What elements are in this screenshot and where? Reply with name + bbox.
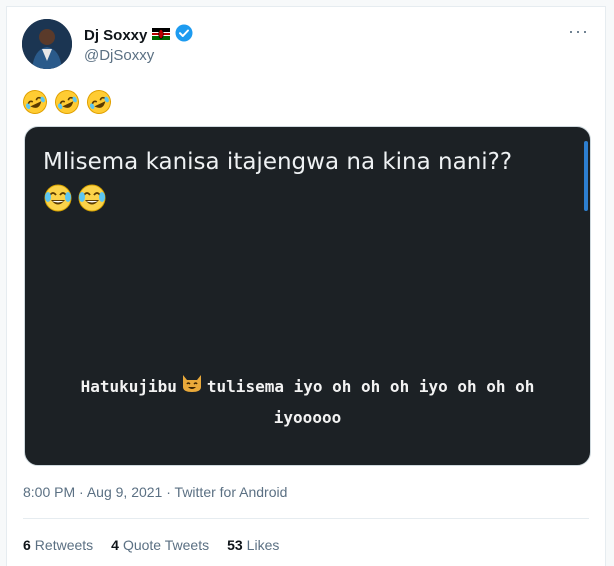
tweet-stats: 6 Retweets 4 Quote Tweets 53 Likes	[23, 537, 279, 553]
verified-badge-icon	[175, 24, 193, 47]
quote-tweets-stat[interactable]: 4 Quote Tweets	[111, 537, 209, 553]
retweets-stat[interactable]: 6 Retweets	[23, 537, 93, 553]
tweet-date[interactable]: Aug 9, 2021	[87, 484, 163, 500]
image-caption: Hatukujibu tulisema iyo oh oh oh iyo oh o…	[25, 372, 590, 433]
tears-of-joy-icon	[43, 183, 73, 218]
more-options-icon[interactable]: ···	[568, 21, 589, 42]
rolling-on-floor-laughing-icon	[22, 89, 48, 123]
caption-part1: Hatukujibu	[80, 377, 177, 396]
user-handle[interactable]: @DjSoxxy	[84, 47, 154, 64]
meta-separator: ·	[166, 484, 171, 500]
image-text-line1: Mlisema kanisa itajengwa na kina nani??	[43, 149, 513, 175]
cat-face-icon	[181, 373, 203, 403]
likes-stat[interactable]: 53 Likes	[227, 537, 279, 553]
caption-part2: tulisema iyo oh oh oh iyo oh oh oh	[206, 377, 535, 396]
tweet-image[interactable]: Mlisema kanisa itajengwa na kina nani?? …	[24, 126, 591, 466]
tweet-text	[22, 89, 112, 123]
caption-line2: iyooooo	[273, 407, 342, 427]
tweet-card: Dj Soxxy @DjSoxxy ··· Mlisema kanisa ita…	[6, 6, 606, 566]
rolling-on-floor-laughing-icon	[86, 89, 112, 123]
tweet-time[interactable]: 8:00 PM	[23, 484, 75, 500]
tears-of-joy-icon	[77, 183, 107, 218]
quotes-count: 4	[111, 537, 119, 553]
avatar[interactable]	[22, 19, 72, 69]
likes-count: 53	[227, 537, 243, 553]
meta-separator: ·	[79, 484, 84, 500]
retweets-count: 6	[23, 537, 31, 553]
kenya-flag-icon	[152, 27, 171, 45]
display-name[interactable]: Dj Soxxy	[84, 27, 147, 44]
divider	[23, 518, 589, 519]
likes-label: Likes	[246, 537, 280, 553]
name-row: Dj Soxxy	[84, 24, 193, 47]
scrollbar-thumb	[584, 141, 588, 211]
tweet-source[interactable]: Twitter for Android	[175, 484, 288, 500]
retweets-label: Retweets	[34, 537, 94, 553]
tweet-meta: 8:00 PM · Aug 9, 2021 · Twitter for Andr…	[23, 484, 287, 500]
image-emojis	[43, 183, 107, 218]
rolling-on-floor-laughing-icon	[54, 89, 80, 123]
quotes-label: Quote Tweets	[122, 537, 210, 553]
